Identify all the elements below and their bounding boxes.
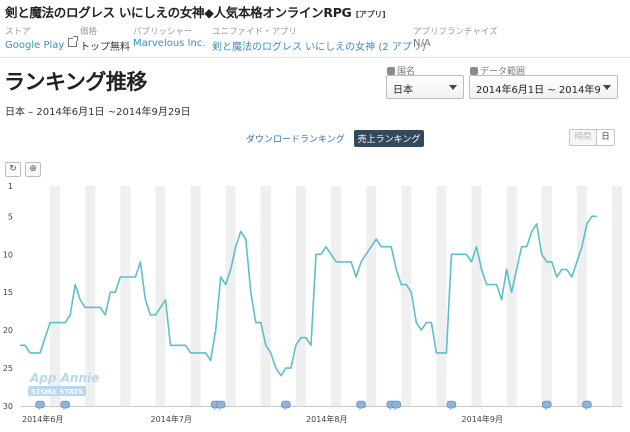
x-tick-label: 2014年9月 (462, 414, 503, 424)
ranking-type-tabs: ダウンロードランキング 売上ランキング (242, 130, 425, 147)
y-tick-label: 10 (3, 250, 13, 259)
weekend-stripe (295, 186, 306, 406)
chevron-down-icon (449, 85, 457, 90)
reset-zoom-button[interactable]: ↻ (5, 162, 21, 177)
weekend-stripe (120, 186, 131, 406)
weekend-stripe (401, 186, 412, 406)
price-value: トップ無料 (80, 42, 130, 53)
ranking-chart: 1 5 10 15 20 25 30 2014年6月 2014年7月 2014年8月 2014年9月… (0, 178, 630, 428)
store-link[interactable]: Google Play (5, 36, 79, 51)
publisher-label: パブリッシャー (133, 27, 193, 37)
y-tick-label: 25 (3, 364, 13, 373)
page-subtitle: 日本 – 2014年6月1日 ~2014年9月29日 (5, 107, 191, 118)
weekend-stripe (225, 186, 236, 406)
weekend-stripe (155, 186, 166, 406)
y-tick-label: 20 (3, 326, 13, 335)
tab-download-ranking[interactable]: ダウンロードランキング (242, 130, 349, 147)
event-marker-icon[interactable] (356, 400, 366, 411)
daily-toggle[interactable]: 日 (596, 129, 615, 146)
watermark-logo: App Annie (29, 371, 99, 385)
x-tick-label: 2014年8月 (306, 414, 347, 424)
y-tick-label: 30 (3, 402, 13, 411)
franchise-label: アプリフランチャイズ (413, 27, 498, 37)
y-tick-label: 5 (8, 212, 13, 221)
store-label: ストア (5, 27, 31, 37)
plot-area (20, 186, 622, 406)
weekend-stripe (260, 186, 271, 406)
event-marker-icon[interactable] (391, 400, 402, 411)
x-tick-label: 2014年6月 (22, 414, 63, 424)
publisher-link[interactable]: Marvelous Inc. (133, 38, 206, 49)
watermark-caption: STORE STATS (31, 388, 83, 396)
weekend-stripe (436, 186, 447, 406)
date-range-select[interactable]: 2014年6月1日 ~ 2014年9月... (469, 75, 618, 99)
event-marker-icon[interactable] (541, 400, 552, 411)
weekend-stripe (190, 186, 201, 406)
weekend-stripe (541, 186, 552, 406)
divider (0, 57, 630, 58)
y-tick-label: 15 (3, 288, 13, 297)
event-marker-icon[interactable] (35, 400, 45, 411)
franchise-value: N/A (413, 38, 431, 49)
weekend-stripe (611, 186, 622, 406)
hourly-toggle[interactable]: 時間 (569, 129, 597, 146)
chevron-down-icon (603, 85, 611, 90)
price-label: 価格 (80, 27, 98, 37)
event-marker-icon[interactable] (215, 400, 226, 411)
app-title: 剣と魔法のログレス いにしえの女神◆人気本格オンラインRPG [アプリ] (5, 5, 386, 20)
x-tick-label: 2014年7月 (151, 414, 192, 424)
event-marker-icon[interactable] (281, 400, 291, 411)
calendar-icon (470, 67, 478, 75)
country-select[interactable]: 日本 (386, 75, 464, 99)
zoom-button[interactable]: ⊕ (25, 162, 41, 177)
page-title: ランキング推移 (4, 70, 147, 94)
event-marker-icon[interactable] (582, 400, 592, 411)
ranking-chart-svg: 1510152025302014年6月 2014年7月 2014年8月 2014年9月… (3, 182, 622, 424)
weekend-stripe (331, 186, 342, 406)
weekend-stripe (366, 186, 377, 406)
tab-revenue-ranking[interactable]: 売上ランキング (353, 130, 425, 147)
external-link-icon (68, 36, 79, 47)
app-type-tag: [アプリ] (355, 10, 386, 19)
weekend-stripe (576, 186, 587, 406)
unified-app-link[interactable]: 剣と魔法のログレス いにしえの女神 (2 アプリ) (212, 38, 426, 53)
y-tick-label: 1 (8, 182, 13, 191)
weekend-stripe (471, 186, 482, 406)
event-marker-icon[interactable] (446, 400, 457, 411)
globe-icon (387, 67, 395, 75)
unified-app-label: ユニファイド・アプリ (212, 27, 298, 37)
weekend-stripe (506, 186, 517, 406)
event-marker-icon[interactable] (60, 400, 70, 411)
